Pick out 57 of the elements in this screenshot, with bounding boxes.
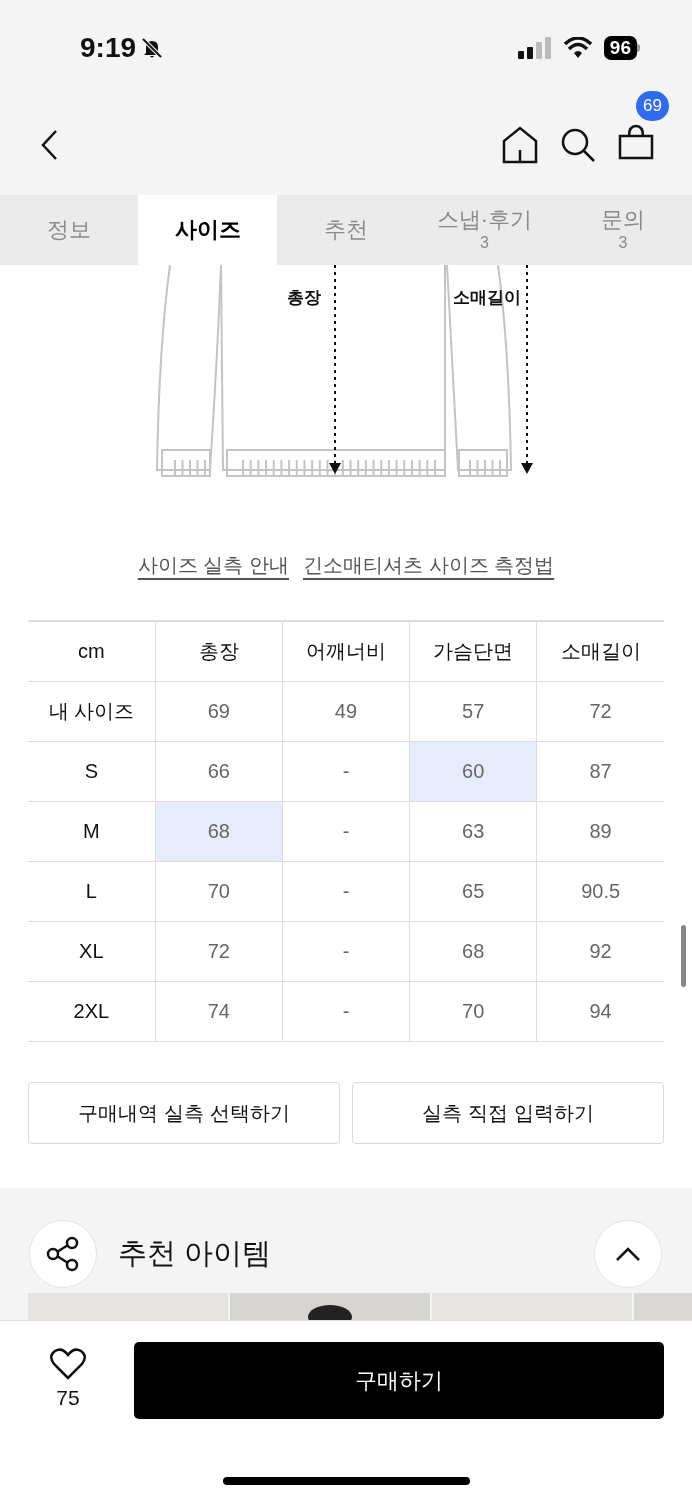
table-cell: 94 — [536, 981, 664, 1041]
table-cell: 66 — [155, 741, 283, 801]
chevron-up-icon — [615, 1245, 641, 1262]
share-icon — [46, 1235, 80, 1272]
buy-button[interactable]: 구매하기 — [134, 1342, 664, 1419]
table-cell: 내 사이즈 — [28, 681, 156, 741]
table-cell: L — [28, 861, 156, 921]
guide-link[interactable]: 사이즈 실측 안내 — [137, 550, 289, 580]
shopping-bag-icon[interactable] — [618, 123, 654, 160]
column-header: 소매길이 — [536, 621, 664, 681]
diagram-label: 총장 — [287, 289, 321, 306]
tab[interactable]: 사이즈 — [138, 195, 277, 265]
table-cell: 87 — [536, 741, 664, 801]
table-cell: 60 — [409, 741, 537, 801]
muted-bell-icon — [140, 35, 165, 60]
table-cell: 74 — [155, 981, 283, 1041]
table-cell: M — [28, 801, 156, 861]
home-icon[interactable] — [502, 126, 538, 164]
table-cell: 57 — [409, 681, 537, 741]
heart-icon[interactable] — [50, 1348, 86, 1380]
column-header: 어깨너비 — [282, 621, 410, 681]
search-icon[interactable] — [560, 127, 596, 163]
table-cell: S — [28, 741, 156, 801]
table-cell: XL — [28, 921, 156, 981]
section-title: 추천 아이템 — [118, 1236, 272, 1269]
table-cell: 70 — [409, 981, 537, 1041]
table-cell: 89 — [536, 801, 664, 861]
cart-count-badge: 69 — [634, 88, 671, 123]
action-button[interactable]: 실측 직접 입력하기 — [352, 1081, 664, 1144]
wifi-icon — [563, 36, 592, 59]
table-cell: 65 — [409, 861, 537, 921]
table-cell: - — [282, 801, 410, 861]
table-cell: 92 — [536, 921, 664, 981]
table-cell: 2XL — [28, 981, 156, 1041]
signal-icon — [517, 36, 552, 59]
table-cell: 72 — [536, 681, 664, 741]
table-cell: 68 — [155, 801, 283, 861]
column-header: 총장 — [155, 621, 283, 681]
table-cell: - — [282, 981, 410, 1041]
like-count: 75 — [56, 1385, 80, 1411]
action-button[interactable]: 구매내역 실측 선택하기 — [28, 1081, 340, 1144]
table-cell: 49 — [282, 681, 410, 741]
table-cell: 90.5 — [536, 861, 664, 921]
column-header: 가슴단면 — [409, 621, 537, 681]
battery-indicator: 96 — [603, 35, 637, 60]
guide-link[interactable]: 긴소매티셔츠 사이즈 측정법 — [303, 550, 555, 580]
table-cell: - — [282, 921, 410, 981]
table-cell: - — [282, 861, 410, 921]
clock: 9:19 — [80, 30, 137, 65]
table-cell: 69 — [155, 681, 283, 741]
table-cell: 68 — [409, 921, 537, 981]
table-cell: 72 — [155, 921, 283, 981]
column-header: cm — [28, 621, 156, 681]
table-cell: 63 — [409, 801, 537, 861]
diagram-label: 소매길이 — [453, 289, 521, 306]
scrollbar — [681, 925, 686, 987]
table-cell: 70 — [155, 861, 283, 921]
